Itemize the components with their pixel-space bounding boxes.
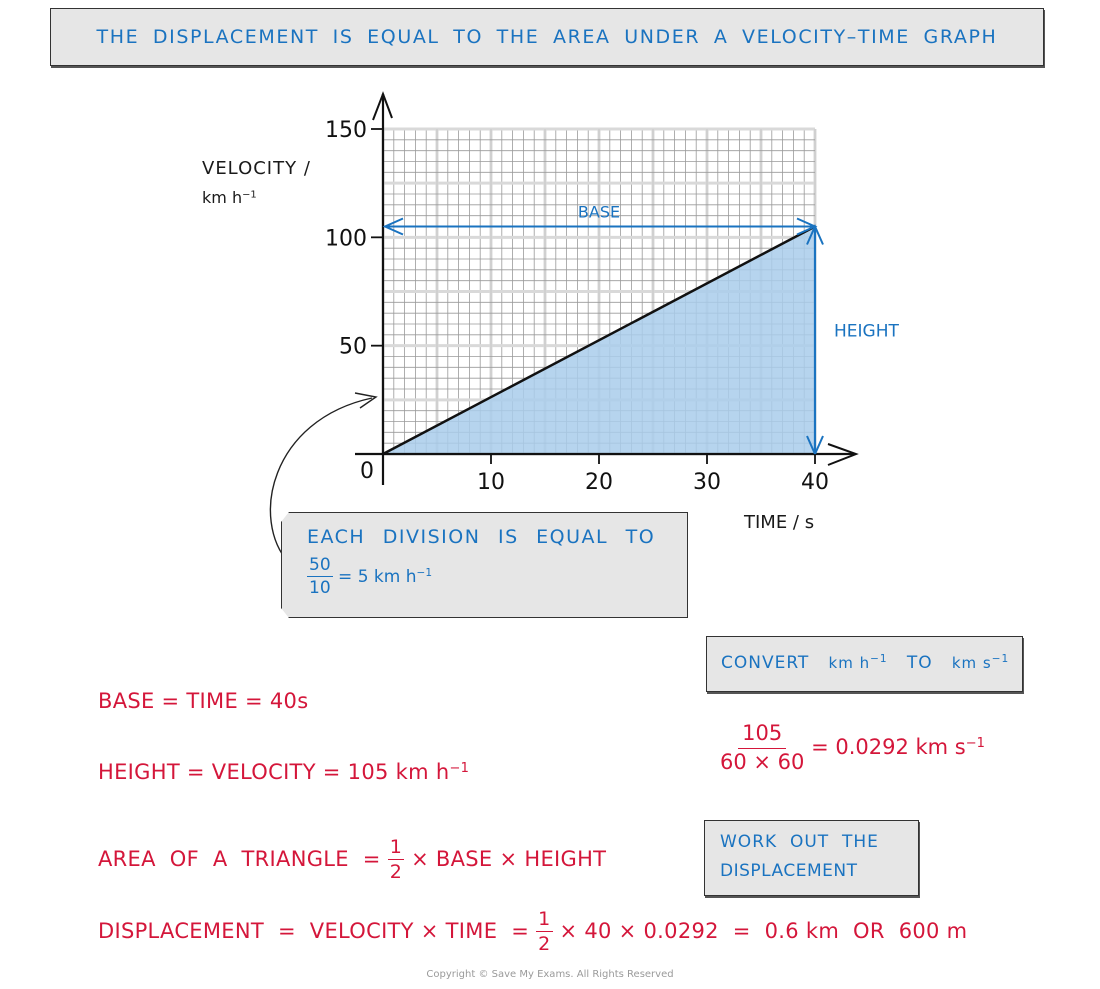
convert-frac-den: 60 × 60 (720, 750, 805, 774)
note-result-sup: −1 (416, 567, 433, 580)
y-tick-label: 50 (339, 335, 367, 360)
note-result: = 5 km h (338, 567, 417, 587)
convert-calculation: 105 60 × 60 = 0.0292 km s−1 (720, 723, 985, 773)
note-line1: EACH DIVISION IS EQUAL TO (307, 526, 656, 548)
x-axis-label: TIME / s (744, 512, 815, 533)
convert-to: TO (906, 653, 933, 673)
displacement-half-den: 2 (538, 933, 551, 955)
displacement-suffix: × 40 × 0.0292 = 0.6 km OR 600 m (559, 919, 968, 943)
y-axis-label-line2: km h−1 (202, 188, 257, 207)
x-tick-label: 30 (693, 470, 721, 495)
convert-box: CONVERT km h−1 TO km s−1 (706, 636, 1023, 692)
half-fraction: 12 (387, 836, 405, 883)
height-label: HEIGHT (834, 321, 899, 341)
x-tick-label: 0 (360, 459, 374, 484)
base-label: BASE (578, 203, 620, 222)
displacement-prefix: DISPLACEMENT = VELOCITY × TIME = (98, 919, 530, 943)
convert-unit-to: km s (951, 654, 992, 672)
callout-arrowhead-icon (354, 392, 378, 409)
convert-text: CONVERT km h−1 TO km s−1 (721, 653, 1009, 673)
copyright: Copyright © Save My Exams. All Rights Re… (426, 969, 674, 980)
note-calc: 50 10 = 5 km h−1 (307, 557, 432, 597)
x-tick-label: 20 (585, 470, 613, 495)
y-tick-label: 100 (325, 226, 367, 251)
y-tick-label: 150 (325, 118, 367, 143)
note-frac-den: 10 (309, 578, 331, 598)
displacement-half-fraction: 12 (536, 908, 553, 955)
half-num: 1 (387, 836, 405, 860)
work-box-line1: WORK OUT THE (720, 832, 879, 852)
convert-label: CONVERT (721, 653, 810, 673)
convert-unit-from-sup: −1 (870, 653, 888, 666)
work-box-line2: DISPLACEMENT (720, 861, 858, 881)
height-equation-text: HEIGHT = VELOCITY = 105 km h (98, 760, 450, 784)
half-den: 2 (389, 861, 403, 883)
displacement-equation: DISPLACEMENT = VELOCITY × TIME = 12 × 40… (98, 910, 967, 954)
work-out-box: WORK OUT THE DISPLACEMENT (704, 820, 919, 896)
height-equation-sup: −1 (449, 760, 470, 776)
area-suffix: × BASE × HEIGHT (411, 847, 607, 871)
x-tick-label: 40 (801, 470, 829, 495)
y-axis-unit-sup: −1 (242, 189, 257, 201)
convert-unit-to-sup: −1 (991, 653, 1010, 666)
convert-result: = 0.0292 km s (811, 735, 966, 759)
y-axis-label-line1: VELOCITY / (202, 158, 311, 179)
base-equation: BASE = TIME = 40s (98, 689, 309, 713)
convert-fraction: 105 60 × 60 (720, 723, 804, 773)
x-tick-label: 10 (477, 470, 505, 495)
convert-unit-from: km h (828, 654, 871, 672)
convert-frac-num: 105 (738, 723, 787, 749)
note-frac-num: 50 (309, 555, 331, 575)
convert-result-sup: −1 (965, 735, 985, 751)
displacement-half-num: 1 (536, 908, 553, 932)
division-note-box: EACH DIVISION IS EQUAL TO 50 10 = 5 km h−… (281, 512, 688, 618)
note-fraction: 50 10 (307, 557, 333, 597)
area-prefix: AREA OF A TRIANGLE = (98, 847, 381, 871)
y-axis-unit: km h (202, 188, 243, 207)
height-equation: HEIGHT = VELOCITY = 105 km h−1 (98, 760, 469, 784)
area-equation: AREA OF A TRIANGLE = 12 × BASE × HEIGHT (98, 838, 606, 882)
